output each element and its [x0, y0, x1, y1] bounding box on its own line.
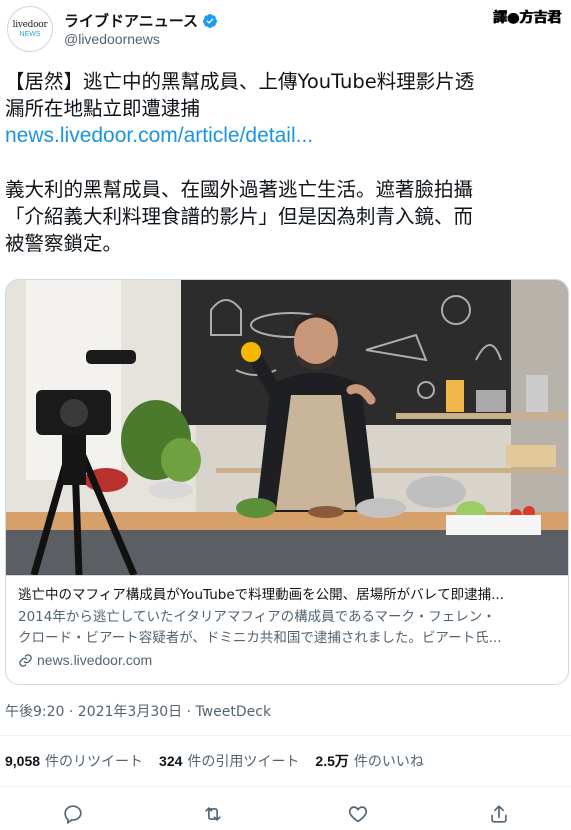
divider — [0, 786, 571, 787]
link-preview-card[interactable]: 逃亡中のマフィア構成員がYouTubeで料理動画を公開、居場所がバレて即逮捕..… — [5, 279, 569, 685]
tweet-action-bar — [0, 795, 571, 830]
retweet-count-link[interactable]: 9,058 件のリツイート — [5, 751, 143, 771]
chef-cooking-photo[interactable] — [6, 280, 569, 575]
verified-badge-icon — [202, 13, 217, 28]
logo-text-bottom: NEWS — [19, 31, 41, 38]
tweet-headline-line: 漏所在地點立即遭逮捕 — [5, 97, 201, 120]
author-name-row[interactable]: ライブドアニュース — [64, 10, 218, 31]
card-text-area[interactable]: 逃亡中のマフィア構成員がYouTubeで料理動画を公開、居場所がバレて即逮捕..… — [6, 575, 568, 684]
tweet-header: livedoor NEWS ライブドアニュース @livedoornews 譯●… — [0, 0, 571, 60]
like-count: 2.5万 — [315, 753, 349, 769]
reply-button[interactable] — [60, 801, 86, 827]
card-description-line: クロード・ビアート容疑者が、ドミニカ共和国で逮捕されました。ビアート氏... — [18, 630, 502, 646]
like-button[interactable] — [345, 801, 371, 827]
article-link[interactable]: news.livedoor.com/article/detail... — [5, 124, 313, 147]
card-domain[interactable]: news.livedoor.com — [18, 652, 558, 668]
translator-watermark: 譯●方吉君 — [488, 6, 565, 28]
share-icon — [491, 805, 507, 823]
share-button[interactable] — [486, 801, 512, 827]
tweet-timestamp[interactable]: 午後9:20 · 2021年3月30日 · TweetDeck — [5, 701, 271, 721]
quote-label: 件の引用ツイート — [187, 754, 300, 770]
tweet-body-line: 「介紹義大利料理食譜的影片」但是因為刺青入鏡、而 — [5, 205, 474, 228]
retweet-icon — [205, 807, 221, 821]
display-name[interactable]: ライブドアニュース — [64, 10, 198, 31]
tweet-text: 【居然】逃亡中的黑幫成員、上傳YouTube料理影片透 漏所在地點立即遭逮捕 n… — [5, 68, 563, 257]
tweet-body-line: 義大利的黑幫成員、在國外過著逃亡生活。遮著臉拍攝 — [5, 178, 474, 201]
card-title[interactable]: 逃亡中のマフィア構成員がYouTubeで料理動画を公開、居場所がバレて即逮捕..… — [18, 585, 558, 605]
like-count-link[interactable]: 2.5万 件のいいね — [315, 751, 423, 771]
avatar[interactable]: livedoor NEWS — [7, 6, 53, 52]
reply-icon — [64, 805, 82, 825]
quote-count-link[interactable]: 324 件の引用ツイート — [159, 751, 299, 771]
like-label: 件のいいね — [353, 754, 424, 770]
retweet-label: 件のリツイート — [45, 754, 144, 770]
card-description: 2014年から逃亡していたイタリアマフィアの構成員であるマーク・フェレン・ クロ… — [18, 607, 558, 649]
account-handle[interactable]: @livedoornews — [64, 31, 160, 47]
retweet-button[interactable] — [200, 801, 226, 827]
tweet-body-line: 被警察鎖定。 — [5, 232, 123, 255]
logo-text-top: livedoor — [12, 20, 48, 30]
link-icon — [19, 653, 32, 667]
divider — [0, 735, 571, 736]
retweet-count: 9,058 — [5, 753, 41, 769]
tweet-headline-line: 【居然】逃亡中的黑幫成員、上傳YouTube料理影片透 — [5, 70, 475, 93]
card-description-line: 2014年から逃亡していたイタリアマフィアの構成員であるマーク・フェレン・ — [18, 609, 496, 625]
card-domain-text: news.livedoor.com — [37, 652, 153, 668]
heart-icon — [348, 806, 368, 823]
tweet-stats: 9,058 件のリツイート 324 件の引用ツイート 2.5万 件のいいね — [5, 751, 424, 771]
quote-count: 324 — [159, 753, 183, 769]
